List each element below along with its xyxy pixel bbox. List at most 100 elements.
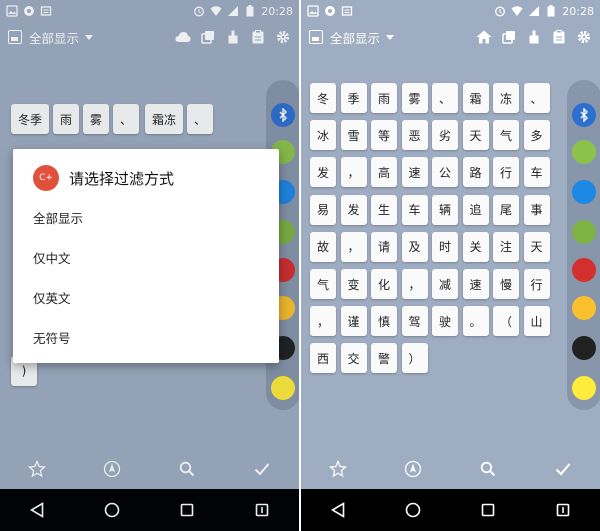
character-key[interactable]: 事 [523, 194, 550, 225]
character-key[interactable]: 驶 [432, 306, 458, 337]
character-key[interactable]: 车 [401, 194, 428, 225]
character-key[interactable]: 交 [340, 343, 367, 374]
character-key[interactable]: 雾 [401, 83, 428, 113]
character-key[interactable]: 警 [371, 343, 397, 374]
status-time: 20:28 [562, 4, 594, 18]
character-key[interactable]: 、 [523, 83, 550, 113]
character-key[interactable]: 速 [462, 269, 489, 299]
character-key[interactable]: 速 [401, 157, 428, 188]
bottom-actions [301, 450, 600, 488]
character-key[interactable]: 气 [493, 120, 519, 151]
pinterest-icon[interactable] [572, 258, 596, 282]
character-key[interactable]: 雨 [371, 83, 397, 113]
character-key[interactable]: 西 [310, 343, 336, 374]
character-key[interactable]: 山 [523, 306, 550, 337]
character-key[interactable]: 季 [340, 83, 367, 113]
character-key[interactable]: 劣 [432, 120, 458, 151]
app-sidebar [567, 80, 600, 410]
character-key[interactable]: 驾 [401, 306, 428, 337]
character-key[interactable]: 冬 [310, 83, 336, 113]
character-key[interactable]: 关 [462, 231, 489, 262]
star-icon[interactable] [328, 459, 348, 479]
filter-option-chinese[interactable]: 仅中文 [33, 245, 253, 269]
menu-icon[interactable] [553, 500, 573, 520]
character-key[interactable]: 慢 [493, 269, 519, 299]
character-key[interactable]: 天 [462, 120, 489, 151]
character-key[interactable]: 尾 [493, 194, 519, 225]
character-key[interactable]: 。 [462, 306, 489, 337]
checkmark-icon[interactable] [553, 459, 573, 479]
left-screen: 20:28 全部显示 冬季 雨 雾 、 霜冻 、 ) C+ 请选择过滤方式 全部… [0, 0, 299, 531]
right-screen: 20:28 全部显示 冬季雨雾、霜冻、冰雪等恶劣天气多发，高速公路行车易发生车辆… [301, 0, 600, 531]
character-key[interactable]: 冻 [493, 83, 519, 113]
character-key[interactable]: 路 [462, 157, 489, 188]
app-image-icon [309, 30, 323, 44]
dialog-title: 请选择过滤方式 [69, 169, 175, 188]
system-nav-bar [301, 489, 600, 531]
character-key[interactable]: 行 [493, 157, 519, 188]
home-icon[interactable] [403, 500, 423, 520]
copy-icon[interactable] [501, 29, 517, 45]
dialog-header: C+ 请选择过滤方式 [33, 165, 174, 191]
settings-gear-icon[interactable] [576, 29, 592, 45]
character-key[interactable]: ） [401, 343, 428, 374]
search-icon[interactable] [478, 459, 498, 479]
character-key[interactable]: 及 [401, 231, 428, 262]
character-key[interactable]: 辆 [432, 194, 458, 225]
wifi-icon [511, 5, 523, 17]
character-key[interactable]: 注 [493, 231, 519, 262]
android-icon[interactable] [572, 220, 596, 244]
filter-title[interactable]: 全部显示 [330, 28, 380, 47]
brush-icon[interactable] [526, 29, 542, 45]
check-icon[interactable] [572, 296, 596, 320]
character-key[interactable]: 多 [523, 120, 550, 151]
clipboard-icon[interactable] [551, 29, 567, 45]
character-key[interactable]: ， [340, 231, 367, 262]
character-key[interactable]: 请 [371, 231, 397, 262]
character-key[interactable]: 恶 [401, 120, 428, 151]
character-key[interactable]: 冰 [310, 120, 336, 151]
character-key[interactable]: 、 [432, 83, 458, 113]
character-key[interactable]: 雪 [340, 120, 367, 151]
filter-option-all[interactable]: 全部显示 [33, 205, 253, 229]
character-key[interactable]: 发 [340, 194, 367, 225]
compass-icon[interactable] [403, 459, 423, 479]
alarm-icon [494, 5, 506, 17]
character-key[interactable]: 车 [523, 157, 550, 188]
character-key[interactable]: ， [340, 157, 367, 188]
character-key[interactable]: 慎 [371, 306, 397, 337]
character-key[interactable]: 易 [310, 194, 336, 225]
character-key[interactable]: 故 [310, 231, 336, 262]
yellow-circle-icon[interactable] [572, 376, 596, 400]
filter-option-no-symbols[interactable]: 无符号 [33, 325, 253, 349]
character-key[interactable]: ， [401, 269, 428, 299]
letter-w-icon[interactable] [572, 336, 596, 360]
character-key[interactable]: 发 [310, 157, 336, 188]
back-icon[interactable] [328, 500, 348, 520]
android-green-icon[interactable] [572, 140, 596, 164]
battery-icon [545, 5, 557, 17]
character-key[interactable]: 谨 [340, 306, 367, 337]
character-key[interactable]: 等 [371, 120, 397, 151]
bluetooth-icon[interactable] [572, 103, 596, 127]
chevron-down-icon[interactable] [386, 34, 395, 40]
character-key[interactable]: 气 [310, 269, 336, 299]
character-key[interactable]: ， [310, 306, 336, 337]
character-key[interactable]: 生 [371, 194, 397, 225]
character-key[interactable]: 变 [340, 269, 367, 299]
app-bubble-icon [324, 5, 336, 17]
browser-icon[interactable] [572, 180, 596, 204]
character-key[interactable]: 追 [462, 194, 489, 225]
character-key[interactable]: 化 [371, 269, 397, 299]
character-key[interactable]: 霜 [462, 83, 489, 113]
character-key[interactable]: 公 [432, 157, 458, 188]
filter-option-english[interactable]: 仅英文 [33, 285, 253, 309]
character-key[interactable]: 时 [432, 231, 458, 262]
character-key[interactable]: 减 [432, 269, 458, 299]
character-key[interactable]: 高 [371, 157, 397, 188]
character-key[interactable]: 天 [523, 231, 550, 262]
character-key[interactable]: （ [493, 306, 519, 337]
character-key[interactable]: 行 [523, 269, 550, 299]
home-icon[interactable] [476, 29, 492, 45]
recents-icon[interactable] [478, 500, 498, 520]
